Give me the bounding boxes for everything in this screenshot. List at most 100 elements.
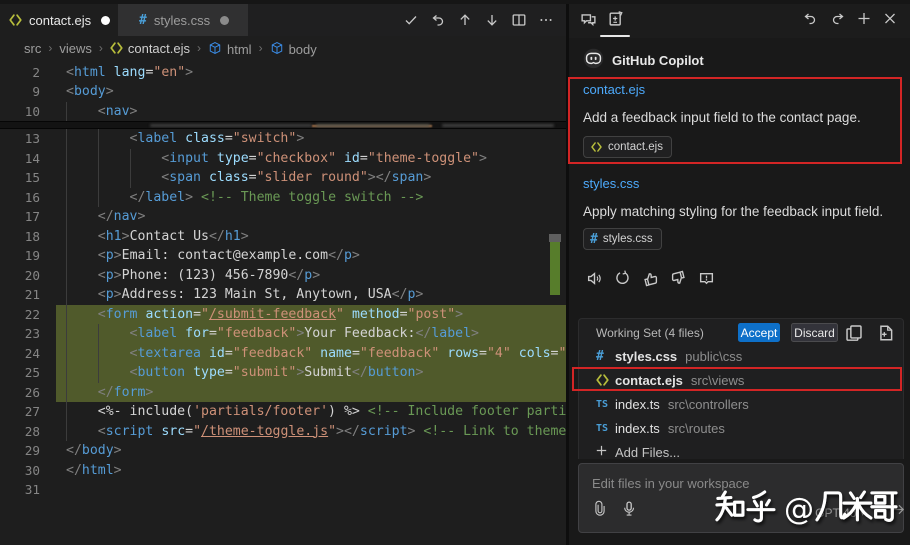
ejs-file-icon — [110, 41, 123, 54]
code-token: </ — [351, 365, 368, 380]
read-aloud-icon[interactable] — [586, 270, 603, 292]
next-change-icon[interactable] — [484, 12, 500, 28]
add-files-button[interactable]: Add Files... — [579, 440, 903, 464]
code-line-19[interactable]: 19 <p>Email: contact@example.com</p> — [0, 246, 566, 266]
microphone-icon[interactable] — [621, 500, 637, 522]
code-line-20[interactable]: 20 <p>Phone: (123) 456-7890</p> — [0, 265, 566, 285]
report-issue-icon[interactable] — [698, 270, 715, 292]
code-line-21[interactable]: 21 <p>Address: 123 Main St, Anytown, USA… — [0, 285, 566, 305]
breadcrumb-item-body[interactable]: body — [270, 40, 317, 57]
accept-check[interactable] — [403, 12, 419, 28]
thumbs-down-icon[interactable] — [670, 270, 687, 292]
chat-file-link-styles-css[interactable]: styles.css — [583, 176, 639, 191]
code-token: nav — [113, 209, 138, 224]
code-token: < — [97, 228, 106, 244]
code-token: src — [161, 423, 186, 439]
css-file-icon: # — [596, 348, 604, 364]
code-token: "en" — [153, 64, 186, 80]
code-line-28[interactable]: 28 <script src="/theme-toggle.js"></scri… — [0, 421, 566, 441]
retry-icon[interactable] — [614, 270, 631, 292]
new-session-icon[interactable] — [856, 11, 872, 32]
code-token: "feedback" — [232, 345, 313, 361]
code-token: </ — [66, 443, 82, 458]
code-token: form — [113, 384, 146, 400]
discard-button[interactable]: Discard — [791, 323, 838, 342]
thumbs-up-icon[interactable] — [642, 270, 659, 292]
copilot-edits-icon[interactable] — [607, 10, 624, 32]
code-line-29[interactable]: 29 </body> — [0, 441, 566, 461]
scrollbar-thumb[interactable] — [549, 234, 561, 242]
input-toolbar — [592, 500, 637, 522]
tab-contact-ejs[interactable]: contact.ejs — [0, 4, 118, 36]
code-line-18[interactable]: 18 <h1>Contact Us</h1> — [0, 226, 566, 246]
code-line-25[interactable]: 25 <button type="submit">Submit</button> — [0, 363, 566, 383]
code-text: <span class="slider round"></span> — [66, 168, 431, 188]
discard-undo-icon[interactable] — [430, 12, 446, 28]
code-line-15[interactable]: 15 <span class="slider round"></span> — [0, 168, 566, 188]
annotation-box-request — [568, 77, 902, 164]
code-token: = — [224, 345, 233, 361]
code-line-9[interactable]: 9 <body> — [0, 82, 566, 102]
code-token: body — [81, 443, 114, 458]
code-line-22[interactable]: 22 <form action="/submit-feedback" metho… — [0, 304, 566, 324]
breadcrumb-item-src[interactable]: src — [24, 41, 41, 56]
code-token: Phone: (123) 456-7890 — [121, 267, 289, 283]
code-line-14[interactable]: 14 <input type="checkbox" id="theme-togg… — [0, 148, 566, 168]
code-token: </ — [208, 228, 225, 244]
code-line-27[interactable]: 27 <%- include('partials/footer') %> <!-… — [0, 402, 566, 422]
code-line-30[interactable]: 30 </html> — [0, 461, 566, 481]
breadcrumb-item-views[interactable]: views — [59, 41, 92, 56]
code-token: </ — [328, 248, 344, 263]
working-set-header: Working Set (4 files) Accept Discard — [579, 323, 903, 343]
unsaved-dot-icon[interactable] — [101, 15, 111, 25]
line-number: 15 — [24, 170, 40, 185]
previous-change-icon[interactable] — [457, 12, 473, 28]
code-line-10[interactable]: 10 <nav> — [0, 101, 566, 121]
code-token: Email: contact@example.com — [121, 248, 329, 263]
working-set-file-list: # styles.css public\css contact.ejs src\view… — [579, 344, 903, 464]
code-line-2[interactable]: 2 <html lang="en"> — [0, 63, 566, 83]
breadcrumb-item-html[interactable]: html — [208, 40, 252, 57]
working-set-title: Working Set (4 files) — [596, 326, 704, 340]
code-line-16[interactable]: 16 </label> <!-- Theme toggle switch --> — [0, 187, 566, 207]
close-icon[interactable] — [882, 11, 898, 32]
code-token: label — [431, 326, 472, 341]
unsaved-dot-icon[interactable] — [220, 15, 230, 25]
code-token: <!-- Include footer partial --> — [367, 404, 566, 419]
undo-icon[interactable] — [802, 11, 818, 32]
chat-icon[interactable] — [580, 10, 597, 32]
more-actions-icon[interactable] — [538, 12, 554, 28]
code-text: </body> — [66, 441, 122, 461]
code-line-24[interactable]: 24 <textarea id="feedback" name="feedbac… — [0, 343, 566, 363]
code-line-31[interactable]: 31 — [0, 480, 566, 500]
code-line-17[interactable]: 17 </nav> — [0, 207, 566, 227]
watermark: @ — [710, 487, 905, 534]
split-editor-icon[interactable] — [511, 12, 527, 28]
plus-icon — [594, 443, 609, 461]
code-editor[interactable]: 2 <html lang="en"> 9 <body> 10 <nav> 13 <labe… — [0, 60, 566, 545]
working-set-row-index-ts[interactable]: TS index.ts src\controllers — [579, 392, 903, 416]
code-token: "feedback" — [359, 345, 440, 361]
code-line-26[interactable]: 26 </form> — [0, 382, 566, 403]
redo-icon[interactable] — [830, 11, 846, 32]
code-token: /theme-toggle.js — [201, 423, 329, 439]
tab-styles-css[interactable]: # styles.css — [118, 4, 248, 36]
code-text: </form> — [66, 383, 154, 403]
accept-button[interactable]: Accept — [738, 323, 780, 342]
code-token: <!-- Theme toggle switch --> — [201, 189, 424, 205]
code-line-13[interactable]: 13 <label class="switch"> — [0, 129, 566, 149]
working-set-row-styles-css[interactable]: # styles.css public\css — [579, 344, 903, 368]
code-token: > — [415, 287, 424, 302]
code-line-23[interactable]: 23 <label for="feedback">Your Feedback:<… — [0, 324, 566, 344]
breadcrumb-item-contact-ejs[interactable]: contact.ejs — [110, 41, 190, 56]
breadcrumb[interactable]: src › views › contact.ejs › html › body — [24, 36, 564, 60]
working-set-row-index-ts[interactable]: TS index.ts src\routes — [579, 416, 903, 440]
chat-chip-styles-css[interactable]: # styles.css — [583, 228, 662, 250]
attach-icon[interactable] — [592, 500, 608, 522]
